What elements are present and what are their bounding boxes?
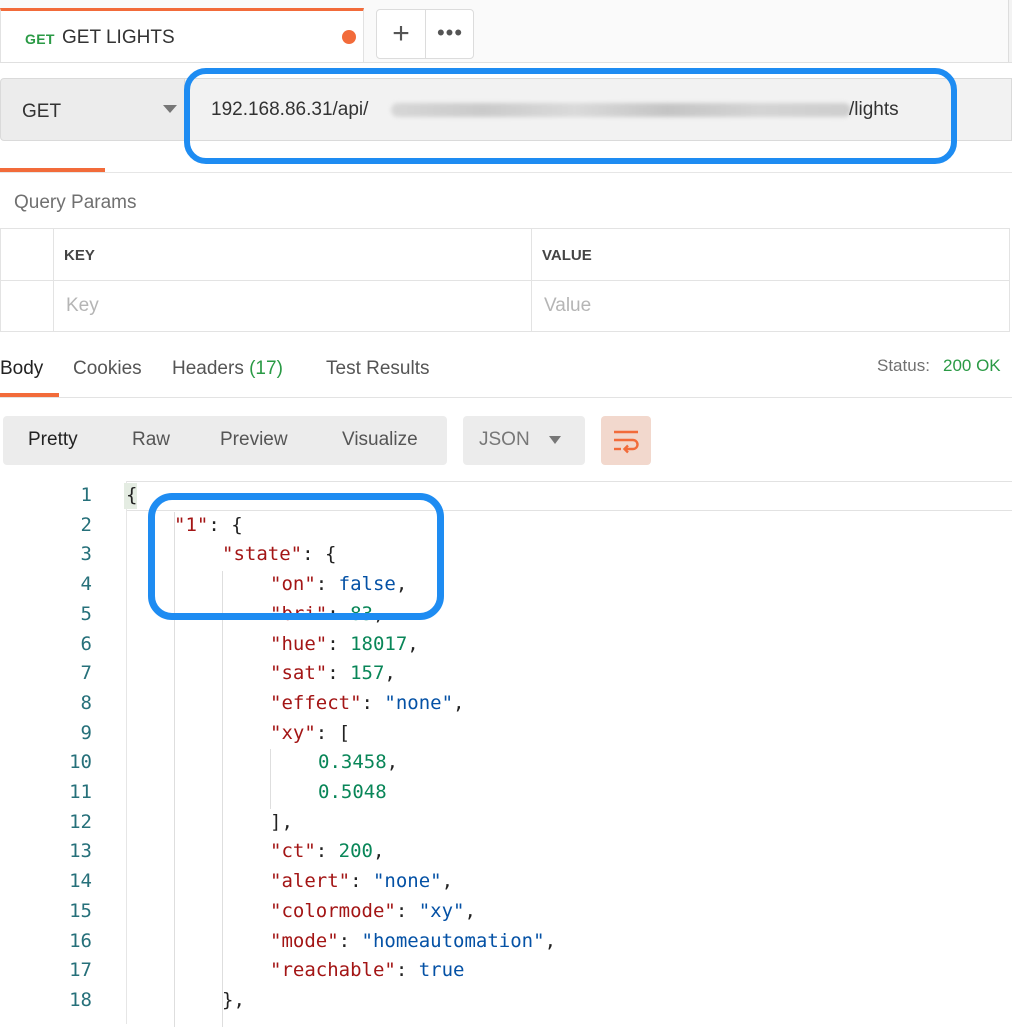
line-number: 17 xyxy=(69,959,92,982)
code-line: "ct": 200, xyxy=(270,840,385,863)
line-number: 5 xyxy=(80,602,92,625)
code-line: 0.3458, xyxy=(318,751,399,774)
code-line: "effect": "none", xyxy=(270,691,465,714)
line-number: 11 xyxy=(69,781,92,803)
line-number: 16 xyxy=(69,929,92,952)
code-line: "alert": "none", xyxy=(270,870,454,893)
code-line: "xy": [ xyxy=(270,721,351,744)
code-line: "mode": "homeautomation", xyxy=(270,929,557,952)
line-number: 3 xyxy=(80,543,92,566)
indent-guide xyxy=(270,749,271,809)
line-number: 14 xyxy=(69,870,92,893)
line-number: 12 xyxy=(69,810,92,833)
line-number: 18 xyxy=(69,988,92,1011)
line-number: 9 xyxy=(80,721,92,744)
line-number: 2 xyxy=(80,513,92,536)
indent-guide xyxy=(222,571,223,1027)
line-number: 15 xyxy=(69,899,92,922)
code-line: 0.5048 xyxy=(318,781,387,803)
code-line: ], xyxy=(270,810,293,833)
code-line: "reachable": true xyxy=(270,959,465,982)
line-number: 7 xyxy=(80,662,92,685)
line-number: 1 xyxy=(80,484,92,506)
code-line: }, xyxy=(222,988,245,1011)
code-line: { xyxy=(126,484,138,506)
code-line: "sat": 157, xyxy=(270,662,396,685)
code-line: "hue": 18017, xyxy=(270,632,419,655)
line-number: 10 xyxy=(69,751,92,774)
line-number: 6 xyxy=(80,632,92,655)
line-number: 8 xyxy=(80,691,92,714)
line-number: 4 xyxy=(80,573,92,596)
state-highlight-annotation xyxy=(148,493,444,620)
line-number: 13 xyxy=(69,840,92,863)
code-line: "colormode": "xy", xyxy=(270,899,476,922)
